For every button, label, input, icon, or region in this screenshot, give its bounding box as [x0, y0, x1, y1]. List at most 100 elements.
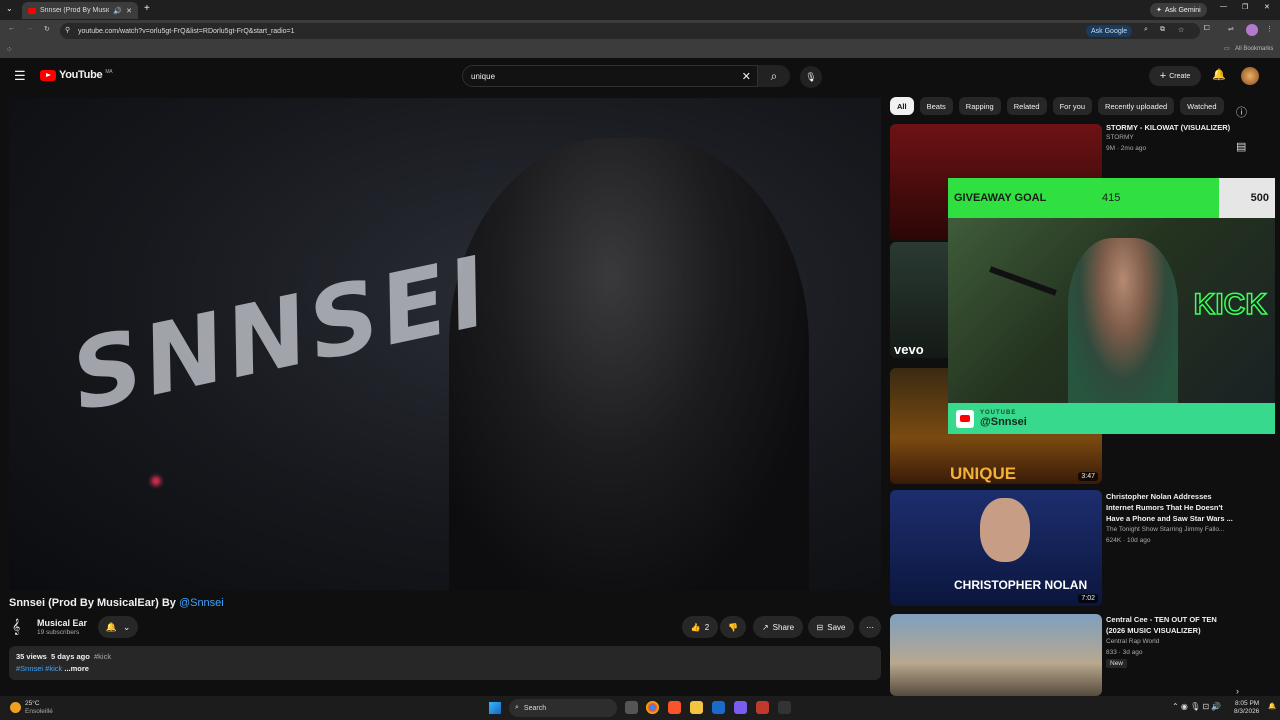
- menu-dots-icon[interactable]: ⋮: [1266, 25, 1273, 33]
- recommendation-thumbnail[interactable]: [890, 614, 1102, 696]
- search-button[interactable]: ⌕: [758, 65, 790, 87]
- youtube-icon: [956, 409, 974, 428]
- youtube-logo[interactable]: YouTube MA: [40, 69, 113, 81]
- recommendation-channel[interactable]: The Tonight Show Starring Jimmy Fallo...: [1106, 526, 1224, 533]
- ask-google-button[interactable]: Ask Google: [1086, 25, 1133, 37]
- recommendation-title[interactable]: STORMY - KILOWAT (VISUALIZER): [1106, 122, 1234, 133]
- recommendation-channel[interactable]: STORMY: [1106, 134, 1134, 141]
- create-button[interactable]: + Create: [1149, 66, 1201, 86]
- tab-list-icon[interactable]: ⌄: [6, 4, 13, 13]
- windows-taskbar: 25°C Ensoleillé ⌕ Search ⌃ ◉ 🎙 ⊡ 🔊 8:05 P…: [0, 696, 1280, 720]
- obs-icon[interactable]: [756, 701, 769, 714]
- logo-text: YouTube: [59, 69, 103, 81]
- bookmark-star-icon[interactable]: ☆: [1178, 26, 1184, 34]
- search-input[interactable]: unique ✕: [462, 65, 758, 87]
- recommendation-title[interactable]: Central Cee - TEN OUT OF TEN (2026 MUSIC…: [1106, 614, 1234, 636]
- description-tag[interactable]: #kick: [94, 652, 111, 661]
- weather-temp[interactable]: 25°C: [25, 700, 40, 707]
- video-player[interactable]: SNNSEI: [9, 98, 881, 590]
- task-view-icon[interactable]: [625, 701, 638, 714]
- recommendation-channel[interactable]: Central Rap World: [1106, 638, 1159, 645]
- start-icon[interactable]: [489, 702, 501, 714]
- recommendation-title[interactable]: Christopher Nolan Addresses Internet Rum…: [1106, 491, 1234, 524]
- chip-watched[interactable]: Watched: [1180, 97, 1224, 115]
- zoom-icon[interactable]: ⌕: [1144, 26, 1148, 34]
- chip-beats[interactable]: Beats: [919, 97, 953, 115]
- close-window-icon[interactable]: ✕: [1264, 3, 1270, 11]
- discord-icon[interactable]: [734, 701, 747, 714]
- youtube-play-icon: [40, 69, 56, 81]
- goal-target: 500: [1250, 192, 1269, 204]
- weather-icon[interactable]: [10, 702, 21, 713]
- voice-search-button[interactable]: 🎙: [800, 66, 822, 88]
- save-button[interactable]: ⊟ Save: [808, 616, 854, 638]
- description-box[interactable]: 35 views 5 days ago #kick #Snnsei #kick …: [9, 646, 881, 680]
- new-tab-icon[interactable]: +: [144, 3, 150, 14]
- youtube-handle: @Snnsei: [980, 415, 1027, 428]
- notifications-bell-icon[interactable]: 🔔: [1212, 68, 1226, 81]
- chip-for-you[interactable]: For you: [1052, 97, 1093, 115]
- red-light-icon: [151, 476, 161, 486]
- youtube-header: ☰ YouTube MA unique ✕ ⌕ 🎙 + Create 🔔: [0, 60, 1280, 92]
- channel-avatar[interactable]: 𝄞: [12, 618, 20, 635]
- app-icon[interactable]: [778, 701, 791, 714]
- dislike-button[interactable]: 👎: [720, 616, 746, 638]
- share-button[interactable]: ↗ Share: [753, 616, 803, 638]
- system-tray-icons[interactable]: ⌃ ◉ 🎙 ⊡ 🔊: [1172, 702, 1221, 711]
- profile-avatar[interactable]: [1246, 24, 1258, 36]
- search-value: unique: [471, 71, 496, 81]
- subscription-bell-button[interactable]: 🔔 ⌄: [98, 616, 138, 638]
- tab-title: Snnsei (Prod By MusicalEar): [40, 7, 110, 14]
- ask-gemini-label: Ask Gemini: [1164, 6, 1201, 14]
- install-icon[interactable]: ⧉: [1160, 26, 1165, 34]
- site-info-icon[interactable]: ⚲: [65, 26, 70, 34]
- chrome-icon[interactable]: [646, 701, 659, 714]
- ask-gemini-button[interactable]: ✦ Ask Gemini: [1150, 3, 1207, 17]
- chip-rapping[interactable]: Rapping: [958, 97, 1001, 115]
- address-bar[interactable]: ⚲ youtube.com/watch?v=orlu5gt-FrQ&list=R…: [60, 23, 1200, 39]
- file-explorer-icon[interactable]: [690, 701, 703, 714]
- hashtag-links[interactable]: #Snnsei #kick: [16, 664, 62, 673]
- youtube-favicon-icon: [28, 7, 36, 14]
- recommendation-thumbnail[interactable]: CHRISTOPHER NOLAN 7:02: [890, 490, 1102, 606]
- notification-center-icon[interactable]: 🔔: [1268, 702, 1276, 710]
- extensions-icon[interactable]: ⧠: [1204, 25, 1210, 33]
- all-bookmarks-link[interactable]: All Bookmarks: [1235, 46, 1273, 52]
- nolan-face: [980, 498, 1030, 562]
- minimize-icon[interactable]: —: [1220, 3, 1227, 10]
- next-arrow-icon[interactable]: ›: [1236, 686, 1239, 696]
- cast-icon[interactable]: ⇌: [1228, 25, 1234, 33]
- browser-tab[interactable]: Snnsei (Prod By MusicalEar) 🔊 ✕: [22, 2, 138, 19]
- brave-icon[interactable]: [668, 701, 681, 714]
- chat-icon[interactable]: ▤: [1236, 140, 1246, 153]
- chip-all[interactable]: All: [890, 97, 914, 115]
- restore-icon[interactable]: ❐: [1242, 3, 1248, 11]
- forward-icon[interactable]: →: [26, 25, 33, 32]
- chip-recently-uploaded[interactable]: Recently uploaded: [1098, 97, 1175, 115]
- video-title-handle-link[interactable]: @Snnsei: [179, 597, 224, 609]
- bell-icon: 🔔: [105, 621, 117, 632]
- duration-badge: 3:47: [1078, 472, 1098, 481]
- clear-search-icon[interactable]: ✕: [742, 70, 751, 83]
- search-icon: ⌕: [515, 704, 519, 711]
- show-more-link[interactable]: ...more: [64, 664, 89, 673]
- hamburger-menu-icon[interactable]: ☰: [14, 68, 26, 84]
- clock-time[interactable]: 8:05 PM: [1235, 700, 1259, 707]
- info-icon[interactable]: ⓘ: [1236, 104, 1247, 120]
- chip-related[interactable]: Related: [1006, 97, 1047, 115]
- close-tab-icon[interactable]: ✕: [126, 7, 132, 15]
- more-actions-button[interactable]: ⋯: [859, 616, 881, 638]
- duration-badge: 7:02: [1078, 594, 1098, 603]
- apps-icon[interactable]: ⁘: [6, 45, 13, 54]
- back-icon[interactable]: ←: [8, 25, 15, 32]
- taskbar-search[interactable]: ⌕ Search: [509, 699, 617, 717]
- speaker-icon[interactable]: 🔊: [113, 7, 122, 15]
- giveaway-goal-bar: GIVEAWAY GOAL 415 500: [948, 178, 1275, 218]
- account-avatar[interactable]: [1241, 67, 1259, 85]
- goal-current: 415: [1102, 192, 1121, 204]
- thumbnail-text: UNIQUE: [950, 464, 1017, 483]
- reload-icon[interactable]: ↻: [44, 25, 50, 33]
- channel-name[interactable]: Musical Ear: [37, 618, 87, 628]
- like-button[interactable]: 👍 2: [682, 616, 718, 638]
- store-icon[interactable]: [712, 701, 725, 714]
